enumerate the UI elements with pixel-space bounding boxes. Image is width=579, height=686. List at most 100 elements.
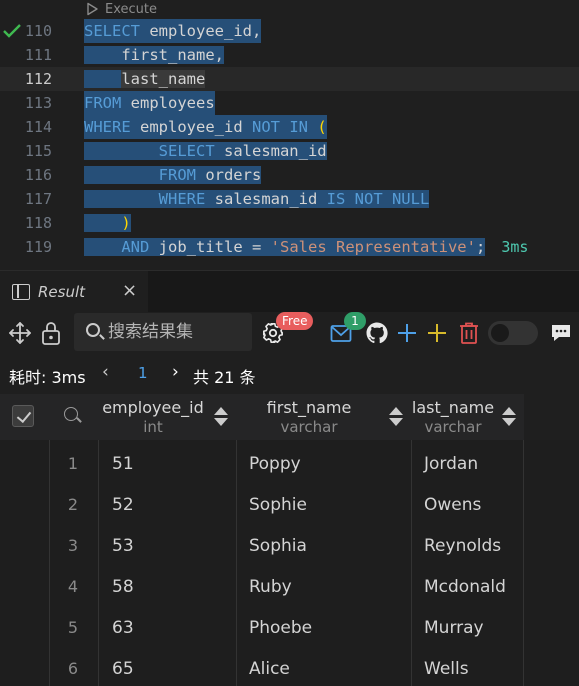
chat-icon[interactable]: [550, 322, 572, 344]
line-number: 111: [24, 46, 52, 64]
move-icon[interactable]: [8, 321, 32, 345]
cell-employee-id[interactable]: 58: [112, 577, 134, 597]
result-status-bar: 耗时: 3ms ‹ 1 › 共 21 条: [0, 354, 579, 394]
code-line[interactable]: 115 SELECT salesman_id: [0, 139, 579, 163]
cell-last-name[interactable]: Mcdonald: [424, 577, 506, 597]
row-number: 4: [67, 577, 79, 596]
code-line[interactable]: 113 FROM employees: [0, 91, 579, 115]
tab-result[interactable]: Result ×: [0, 271, 148, 313]
sort-icon[interactable]: [502, 407, 516, 427]
column-header-last-name[interactable]: last_name varchar: [411, 394, 524, 440]
lock-icon[interactable]: [40, 320, 62, 346]
plus-yellow-icon[interactable]: [426, 322, 448, 344]
cell-employee-id[interactable]: 53: [112, 536, 134, 556]
cell-last-name[interactable]: Murray: [424, 618, 484, 638]
line-number: 116: [24, 166, 52, 184]
column-header-first-name[interactable]: first_name varchar: [236, 394, 411, 440]
execute-codelens[interactable]: Execute: [86, 0, 157, 18]
column-name: last_name: [411, 398, 495, 417]
line-number: 119: [24, 238, 52, 256]
line-number: 115: [24, 142, 52, 160]
line-number: 114: [24, 118, 52, 136]
code-line[interactable]: 118 ): [0, 211, 579, 235]
cell-employee-id[interactable]: 65: [112, 659, 134, 679]
grid-body: 1 51 Poppy Jordan 2 52 Sophie Owens 3 53…: [0, 440, 579, 686]
line-number: 113: [24, 94, 52, 112]
code-text: AND job_title = 'Sales Representative'; 3…: [84, 235, 528, 259]
code-line[interactable]: 119 AND job_title = 'Sales Representativ…: [0, 235, 579, 259]
code-text: WHERE salesman_id IS NOT NULL: [84, 187, 430, 211]
cell-first-name[interactable]: Alice: [249, 659, 290, 679]
cell-first-name[interactable]: Ruby: [249, 577, 292, 597]
search-icon: [86, 323, 100, 337]
play-icon: [87, 2, 98, 16]
cell-last-name[interactable]: Wells: [424, 659, 469, 679]
column-type: int: [143, 418, 163, 436]
line-number: 117: [24, 190, 52, 208]
free-badge: Free: [276, 312, 314, 330]
mail-count-badge: 1: [344, 312, 366, 330]
table-row[interactable]: 4 58 Ruby Mcdonald: [0, 565, 524, 606]
table-row[interactable]: 6 65 Alice Wells: [0, 647, 524, 686]
prev-page-button[interactable]: ‹: [102, 362, 109, 382]
code-text: WHERE employee_id NOT IN (: [84, 115, 327, 139]
row-number: 1: [67, 454, 79, 473]
code-line[interactable]: 117 WHERE salesman_id IS NOT NULL: [0, 187, 579, 211]
next-page-button[interactable]: ›: [172, 362, 179, 382]
line-number: 118: [24, 214, 52, 232]
cell-first-name[interactable]: Poppy: [249, 454, 301, 474]
toggle-switch[interactable]: [488, 321, 538, 345]
result-toolbar: Free 1: [0, 312, 579, 354]
line-number: 110: [24, 22, 52, 40]
row-number: 5: [67, 618, 79, 637]
code-line-current[interactable]: 112 last_name: [0, 67, 579, 91]
code-line[interactable]: 114 WHERE employee_id NOT IN (: [0, 115, 579, 139]
cell-first-name[interactable]: Sophie: [249, 495, 307, 515]
cell-first-name[interactable]: Phoebe: [249, 618, 312, 638]
cell-employee-id[interactable]: 51: [112, 454, 134, 474]
column-type: varchar: [424, 418, 482, 436]
table-row[interactable]: 1 51 Poppy Jordan: [0, 442, 524, 483]
sql-editor[interactable]: Execute 110 SELECT employee_id, 111 firs…: [0, 0, 579, 268]
cell-last-name[interactable]: Reynolds: [424, 536, 501, 556]
github-icon[interactable]: [365, 321, 389, 345]
column-name: first_name: [266, 398, 352, 417]
code-text: first_name,: [84, 43, 224, 67]
trash-icon[interactable]: [458, 321, 480, 345]
code-text: ): [84, 211, 131, 235]
toggle-knob: [491, 324, 509, 342]
panel-icon: [12, 284, 30, 300]
result-search[interactable]: [74, 313, 252, 351]
cell-employee-id[interactable]: 63: [112, 618, 134, 638]
sort-icon[interactable]: [389, 407, 403, 427]
column-header-employee-id[interactable]: employee_id int: [98, 394, 236, 440]
row-total: 共 21 条: [193, 368, 256, 387]
table-row[interactable]: 5 63 Phoebe Murray: [0, 606, 524, 647]
sort-icon[interactable]: [214, 407, 228, 427]
search-input[interactable]: [108, 319, 246, 345]
line-number: 112: [24, 70, 52, 88]
cell-last-name[interactable]: Jordan: [424, 454, 478, 474]
cell-first-name[interactable]: Sophia: [249, 536, 307, 556]
code-text: last_name: [84, 67, 206, 91]
table-row[interactable]: 3 53 Sophia Reynolds: [0, 524, 524, 565]
cell-last-name[interactable]: Owens: [424, 495, 481, 515]
code-line[interactable]: 116 FROM orders: [0, 163, 579, 187]
table-row[interactable]: 2 52 Sophie Owens: [0, 483, 524, 524]
column-name: employee_id: [102, 398, 204, 417]
code-line[interactable]: 111 first_name,: [0, 43, 579, 67]
code-text: FROM orders: [84, 163, 262, 187]
close-icon[interactable]: ×: [122, 280, 137, 301]
plus-icon[interactable]: [396, 322, 418, 344]
column-search-icon[interactable]: [64, 407, 78, 421]
code-line[interactable]: 110 SELECT employee_id,: [0, 19, 579, 43]
code-text: FROM employees: [84, 91, 215, 115]
cell-employee-id[interactable]: 52: [112, 495, 134, 515]
grid-header: employee_id int first_name varchar last_…: [0, 394, 524, 440]
row-number: 3: [67, 536, 79, 555]
execute-label: Execute: [105, 1, 157, 17]
code-text: SELECT salesman_id: [84, 139, 327, 163]
page-number[interactable]: 1: [138, 364, 148, 382]
select-all-checkbox[interactable]: [12, 405, 34, 427]
row-number: 6: [67, 659, 79, 678]
